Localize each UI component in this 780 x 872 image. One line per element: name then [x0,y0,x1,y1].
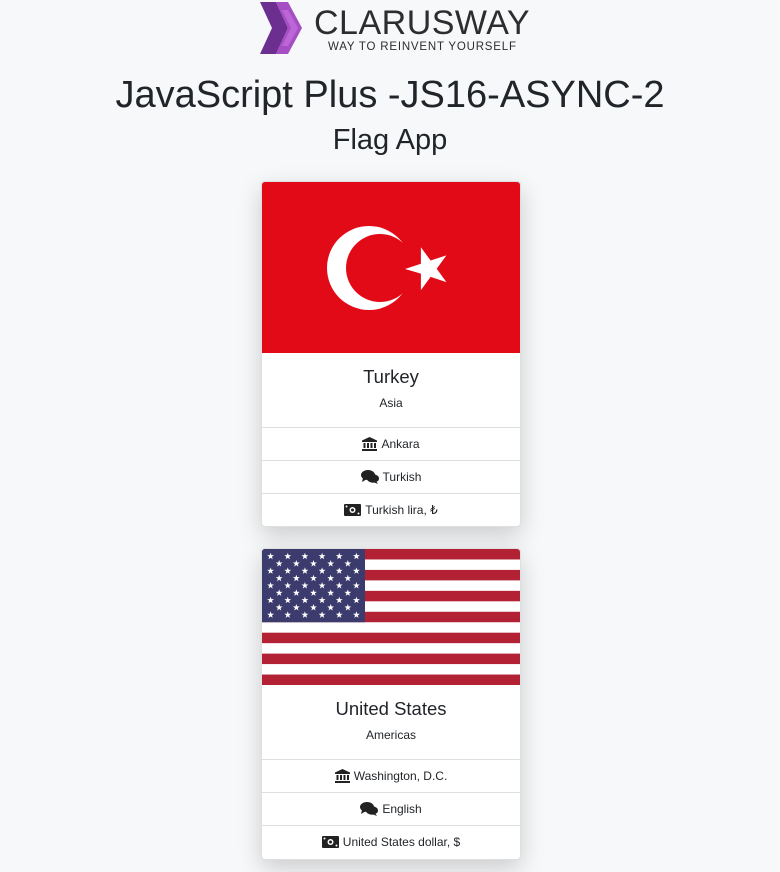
capital-label: Ankara [381,437,420,451]
country-details-list: Ankara Turkish Turkish lira, ₺ [262,427,520,526]
country-name: Turkey [363,366,419,387]
currency-label: United States dollar, $ [342,835,461,849]
logo-brand-name: CLARUSWAY [314,4,531,42]
currency-item: Turkish lira, ₺ [262,493,520,526]
language-label: English [382,802,422,816]
capital-label: Washington, D.C. [353,769,448,783]
landmark-icon [334,769,350,783]
currency-label: Turkish lira, ₺ [365,503,438,517]
currency-item: United States dollar, $ [262,825,520,858]
clarusway-logo: CLARUSWAY WAY TO REINVENT YOURSELF [258,0,531,58]
page-subtitle: Flag App [332,124,448,156]
country-region: Asia [379,396,403,410]
country-card: Turkey Asia Ankara Turkish Turkish lira,… [261,181,521,527]
money-bill-icon [321,836,339,848]
capital-item: Washington, D.C. [262,759,520,792]
language-item: English [262,792,520,825]
country-card: United States Americas Washington, D.C. [261,548,521,860]
country-region: Americas [365,728,416,742]
country-name: United States [335,698,447,719]
comments-icon [360,802,379,816]
money-bill-icon [344,504,362,516]
capital-item: Ankara [262,427,520,460]
usa-flag [262,549,520,685]
country-details-list: Washington, D.C. English United States d… [262,759,520,858]
turkey-flag [262,182,520,353]
language-label: Turkish [382,470,422,484]
comments-icon [360,470,379,484]
landmark-icon [362,437,378,451]
flag-app-page: CLARUSWAY WAY TO REINVENT YOURSELF JavaS… [0,0,780,872]
page-title: JavaScript Plus -JS16-ASYNC-2 [115,74,665,116]
language-item: Turkish [262,460,520,493]
logo-chevron-icon [260,2,302,54]
logo-tagline: WAY TO REINVENT YOURSELF [328,41,517,53]
